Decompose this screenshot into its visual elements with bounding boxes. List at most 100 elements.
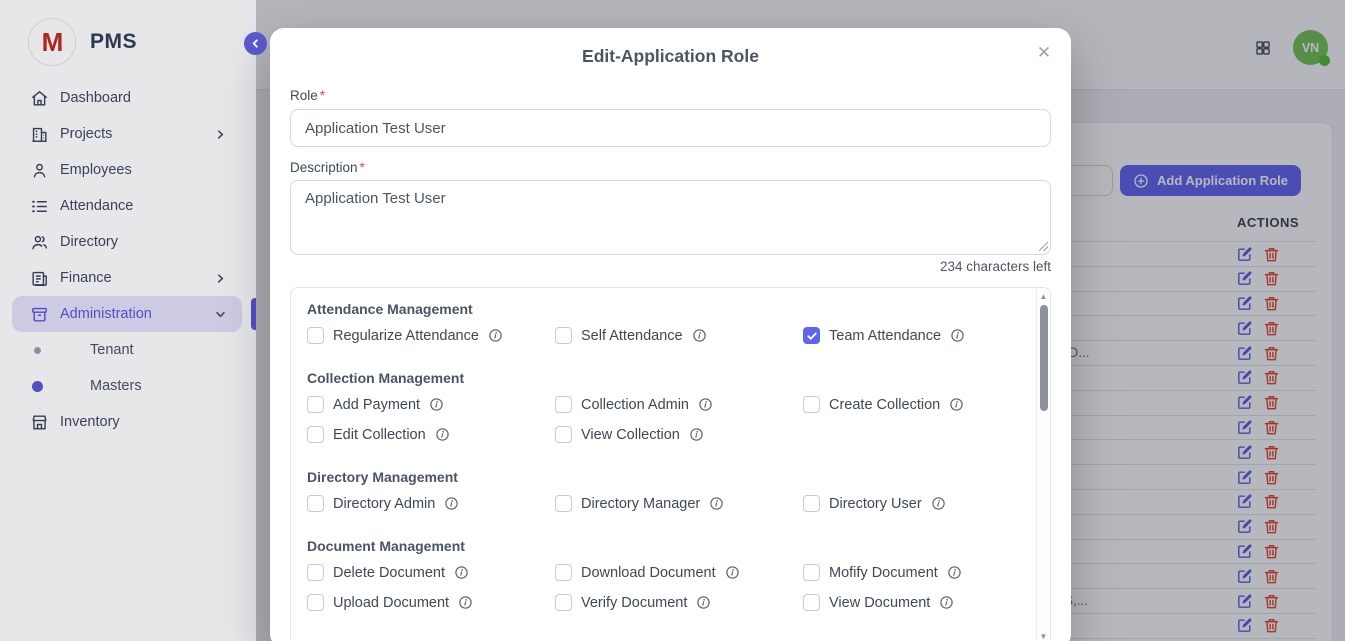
checkbox-mofify-document[interactable] [803, 564, 820, 581]
info-icon[interactable] [443, 494, 461, 512]
delete-icon[interactable] [1263, 369, 1280, 386]
permission-item-regularize-attendance: Regularize Attendance [307, 327, 555, 344]
panel-scrollbar[interactable]: ▲ ▼ [1036, 289, 1049, 641]
edit-icon[interactable] [1236, 568, 1253, 585]
checkbox-verify-document[interactable] [555, 594, 572, 611]
edit-icon[interactable] [1236, 369, 1253, 386]
delete-icon[interactable] [1263, 593, 1280, 610]
bullet-dot-icon [34, 347, 41, 354]
info-icon[interactable] [723, 563, 741, 581]
checkbox-view-document[interactable] [803, 594, 820, 611]
delete-icon[interactable] [1263, 246, 1280, 263]
info-icon[interactable] [929, 494, 947, 512]
people-icon [30, 233, 49, 252]
info-icon[interactable] [486, 326, 504, 344]
app-title: PMS [90, 30, 137, 54]
info-icon[interactable] [938, 593, 956, 611]
delete-icon[interactable] [1263, 419, 1280, 436]
edit-icon[interactable] [1236, 444, 1253, 461]
modal-title: Edit-Application Role [290, 46, 1051, 68]
info-icon[interactable] [427, 395, 445, 413]
close-icon[interactable]: ✕ [1032, 41, 1056, 65]
info-icon[interactable] [708, 494, 726, 512]
edit-icon[interactable] [1236, 270, 1253, 287]
info-icon[interactable] [696, 395, 714, 413]
checkbox-directory-user[interactable] [803, 495, 820, 512]
description-textarea[interactable]: Application Test User [290, 180, 1051, 255]
permission-item-view-document: View Document [803, 594, 1051, 611]
sidebar-subitem-tenant[interactable]: Tenant [12, 332, 242, 368]
info-icon[interactable] [456, 593, 474, 611]
sidebar-subitem-masters[interactable]: Masters [12, 368, 242, 404]
edit-icon[interactable] [1236, 320, 1253, 337]
checkbox-edit-collection[interactable] [307, 426, 324, 443]
delete-icon[interactable] [1263, 270, 1280, 287]
delete-icon[interactable] [1263, 543, 1280, 560]
delete-icon[interactable] [1263, 469, 1280, 486]
sidebar-item-projects[interactable]: Projects [12, 116, 242, 152]
delete-icon[interactable] [1263, 345, 1280, 362]
edit-icon[interactable] [1236, 543, 1253, 560]
checkbox-create-collection[interactable] [803, 396, 820, 413]
edit-icon[interactable] [1236, 469, 1253, 486]
permission-item-collection-admin: Collection Admin [555, 396, 803, 413]
edit-icon[interactable] [1236, 518, 1253, 535]
delete-icon[interactable] [1263, 493, 1280, 510]
edit-icon[interactable] [1236, 593, 1253, 610]
info-icon[interactable] [695, 593, 713, 611]
sidebar-collapse-button[interactable] [244, 32, 267, 55]
permission-sections: Attendance ManagementRegularize Attendan… [307, 301, 1024, 611]
sidebar-item-dashboard[interactable]: Dashboard [12, 80, 242, 116]
checkbox-regularize-attendance[interactable] [307, 327, 324, 344]
edit-icon[interactable] [1236, 419, 1253, 436]
edit-icon[interactable] [1236, 295, 1253, 312]
sidebar-item-finance[interactable]: Finance [12, 260, 242, 296]
checkbox-directory-manager[interactable] [555, 495, 572, 512]
checkbox-download-document[interactable] [555, 564, 572, 581]
edit-icon[interactable] [1236, 617, 1253, 634]
checkbox-directory-admin[interactable] [307, 495, 324, 512]
info-icon[interactable] [948, 326, 966, 344]
info-icon[interactable] [433, 425, 451, 443]
delete-icon[interactable] [1263, 518, 1280, 535]
scroll-down-arrow-icon[interactable]: ▼ [1037, 631, 1050, 641]
delete-icon[interactable] [1263, 444, 1280, 461]
chevron-right-icon [215, 129, 226, 140]
sidebar-item-directory[interactable]: Directory [12, 224, 242, 260]
delete-icon[interactable] [1263, 295, 1280, 312]
edit-icon[interactable] [1236, 493, 1253, 510]
plus-circle-icon [1133, 173, 1149, 189]
delete-icon[interactable] [1263, 617, 1280, 634]
scroll-up-arrow-icon[interactable]: ▲ [1037, 291, 1050, 303]
checkbox-team-attendance[interactable] [803, 327, 820, 344]
checkbox-upload-document[interactable] [307, 594, 324, 611]
info-icon[interactable] [948, 395, 966, 413]
delete-icon[interactable] [1263, 568, 1280, 585]
add-application-role-button[interactable]: Add Application Role [1120, 165, 1301, 196]
sidebar-item-inventory[interactable]: Inventory [12, 404, 242, 440]
delete-icon[interactable] [1263, 394, 1280, 411]
sidebar-item-administration[interactable]: Administration [12, 296, 242, 332]
edit-icon[interactable] [1236, 246, 1253, 263]
info-icon[interactable] [687, 425, 705, 443]
info-icon[interactable] [945, 563, 963, 581]
edit-icon[interactable] [1236, 394, 1253, 411]
edit-icon[interactable] [1236, 345, 1253, 362]
checkbox-self-attendance[interactable] [555, 327, 572, 344]
sidebar-item-employees[interactable]: Employees [12, 152, 242, 188]
delete-icon[interactable] [1263, 320, 1280, 337]
checkbox-view-collection[interactable] [555, 426, 572, 443]
checkbox-add-payment[interactable] [307, 396, 324, 413]
role-input[interactable] [290, 109, 1051, 147]
user-avatar[interactable]: VN [1293, 30, 1328, 65]
store-icon [30, 413, 49, 432]
sidebar-item-attendance[interactable]: Attendance [12, 188, 242, 224]
info-icon[interactable] [690, 326, 708, 344]
info-icon[interactable] [452, 563, 470, 581]
apps-grid-icon[interactable] [1254, 39, 1272, 57]
permission-item-edit-collection: Edit Collection [307, 426, 555, 443]
scrollbar-thumb[interactable] [1040, 305, 1048, 411]
checkbox-collection-admin[interactable] [555, 396, 572, 413]
app-logo: M PMS [28, 18, 137, 66]
checkbox-delete-document[interactable] [307, 564, 324, 581]
